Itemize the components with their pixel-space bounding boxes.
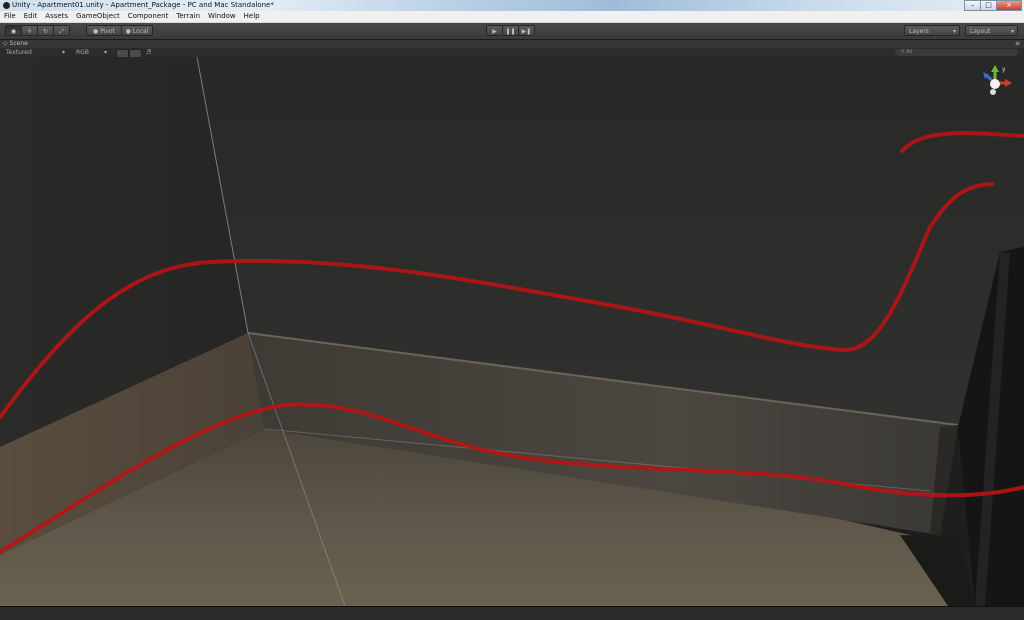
layers-dropdown[interactable]: Layers ▾ xyxy=(904,25,960,36)
window-title: Unity - Apartment01.unity - Apartment_Pa… xyxy=(12,1,274,9)
chevron-down-icon: ▾ xyxy=(104,49,108,56)
layout-dropdown[interactable]: Layout ▾ xyxy=(965,25,1018,36)
scene-render xyxy=(0,57,1024,606)
close-button[interactable]: × xyxy=(996,0,1022,11)
color-mode-dropdown[interactable]: RGB xyxy=(76,48,89,57)
scene-tab[interactable]: ◇ Scene xyxy=(3,40,28,48)
playback-controls: ▶ ❚❚ ▶❚ xyxy=(486,25,535,36)
status-bar xyxy=(0,606,1024,620)
menu-terrain[interactable]: Terrain xyxy=(172,11,204,22)
move-arrows-icon: ✛ xyxy=(26,28,33,35)
title-bar: Unity - Apartment01.unity - Apartment_Pa… xyxy=(0,0,1024,11)
step-button[interactable]: ▶❚ xyxy=(518,25,535,36)
rotate-icon: ↻ xyxy=(42,28,49,35)
scene-tab-strip: ◇ Scene ≡ xyxy=(0,40,1024,48)
chevron-down-icon: ▾ xyxy=(1010,28,1014,35)
scene-tab-label: Scene xyxy=(9,40,28,47)
menu-edit[interactable]: Edit xyxy=(20,11,42,22)
scale-icon: ⤢ xyxy=(59,28,64,35)
audio-icon[interactable]: ♬ xyxy=(146,48,151,57)
chevron-down-icon: ▾ xyxy=(952,28,956,35)
main-toolbar: ◉ ✛ ↻ ⤢ ● Pivot ● Local ▶ ❚❚ ▶❚ Layers ▾… xyxy=(0,23,1024,40)
pivot-icon: ● xyxy=(93,28,99,35)
search-icon: ⚲ xyxy=(901,49,905,55)
move-tool-button[interactable]: ✛ xyxy=(21,25,38,36)
local-button[interactable]: ● Local xyxy=(121,25,153,36)
chevron-down-icon: ▾ xyxy=(62,49,66,56)
gizmo-x-cone xyxy=(1005,79,1012,87)
menu-file[interactable]: File xyxy=(0,11,20,22)
pause-button[interactable]: ❚❚ xyxy=(502,25,519,36)
menu-bar: File Edit Assets GameObject Component Te… xyxy=(0,11,1024,23)
maximize-button[interactable]: □ xyxy=(980,0,997,11)
window-controls: – □ × xyxy=(964,0,1022,11)
local-icon: ● xyxy=(125,28,131,35)
menu-component[interactable]: Component xyxy=(124,11,173,22)
transform-tools: ◉ ✛ ↻ ⤢ xyxy=(5,25,70,36)
unity-logo-icon xyxy=(3,2,10,9)
scene-icon: ◇ xyxy=(3,40,8,47)
play-button[interactable]: ▶ xyxy=(486,25,503,36)
gizmo-neg-y xyxy=(990,89,996,95)
panel-menu-icon[interactable]: ≡ xyxy=(1015,40,1020,48)
render-mode-dropdown[interactable]: Textured xyxy=(6,48,32,57)
minimize-button[interactable]: – xyxy=(964,0,981,11)
gizmo-center xyxy=(990,79,1000,89)
menu-window[interactable]: Window xyxy=(204,11,240,22)
scale-tool-button[interactable]: ⤢ xyxy=(53,25,70,36)
eye-icon: ◉ xyxy=(10,28,17,35)
pivot-button[interactable]: ● Pivot xyxy=(86,25,122,36)
menu-help[interactable]: Help xyxy=(240,11,264,22)
gizmo-y-label: y xyxy=(1002,66,1006,73)
scene-orientation-gizmo[interactable]: y xyxy=(975,63,1015,103)
layers-label: Layers xyxy=(909,28,929,35)
rotate-tool-button[interactable]: ↻ xyxy=(37,25,54,36)
pivot-toggles: ● Pivot ● Local xyxy=(86,25,153,36)
hierarchy-search-field[interactable]: ⚲ All xyxy=(895,49,1018,56)
menu-gameobject[interactable]: GameObject xyxy=(72,11,124,22)
step-icon: ▶❚ xyxy=(521,28,532,35)
pause-icon: ❚❚ xyxy=(505,28,516,35)
pivot-label: Pivot xyxy=(100,28,115,35)
layout-label: Layout xyxy=(970,28,991,35)
scene-viewport[interactable]: y xyxy=(0,57,1024,606)
menu-assets[interactable]: Assets xyxy=(41,11,72,22)
gizmo-y-cone xyxy=(991,65,999,72)
play-icon: ▶ xyxy=(492,28,497,35)
view-tool-button[interactable]: ◉ xyxy=(5,25,22,36)
search-placeholder: All xyxy=(906,49,913,55)
local-label: Local xyxy=(132,28,149,35)
